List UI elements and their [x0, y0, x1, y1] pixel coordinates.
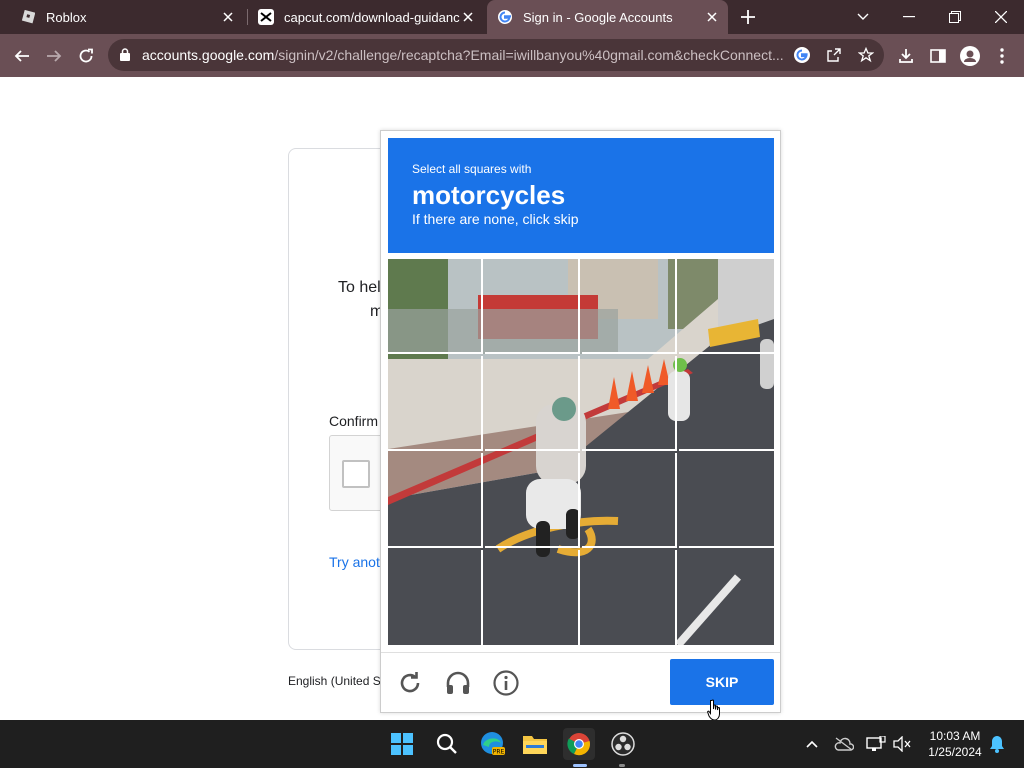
url-text[interactable]: accounts.google.com/signin/v2/challenge/…: [142, 47, 792, 63]
tab-search-button[interactable]: [840, 0, 886, 34]
confirm-label: Confirm: [329, 413, 379, 429]
obs-icon[interactable]: [607, 728, 639, 760]
challenge-header: Select all squares with motorcycles If t…: [388, 138, 774, 253]
url-path: /signin/v2/challenge/recaptcha?Email=iwi…: [274, 47, 784, 63]
share-icon[interactable]: [824, 45, 844, 65]
tab-title: Sign in - Google Accounts: [523, 9, 673, 25]
audio-headphones-icon[interactable]: [444, 669, 472, 697]
notification-bell-icon[interactable]: [985, 732, 1009, 756]
grid-tile[interactable]: [485, 259, 580, 354]
grid-tile[interactable]: [388, 259, 483, 354]
windows-start-icon[interactable]: [386, 728, 418, 760]
system-clock[interactable]: 10:03 AM 1/25/2024: [920, 728, 990, 760]
language-selector[interactable]: English (United S: [288, 674, 381, 688]
tab-title: Roblox: [46, 9, 87, 25]
window-close-button[interactable]: [978, 0, 1024, 34]
clock-time: 10:03 AM: [929, 729, 981, 743]
challenge-target: motorcycles: [412, 180, 566, 210]
url-host: accounts.google.com: [142, 47, 275, 63]
grid-tile[interactable]: [388, 453, 483, 548]
close-icon[interactable]: [460, 9, 476, 25]
bookmark-star-icon[interactable]: [856, 45, 876, 65]
onedrive-icon[interactable]: [832, 732, 856, 756]
grid-tile[interactable]: [485, 453, 580, 548]
reload-icon[interactable]: [396, 669, 424, 697]
grid-tile[interactable]: [679, 550, 774, 645]
grid-tile[interactable]: [582, 259, 677, 354]
running-indicator: [619, 764, 625, 767]
show-hidden-icons-chevron-icon[interactable]: [800, 732, 824, 756]
network-icon[interactable]: [864, 732, 888, 756]
google-icon: [497, 9, 513, 25]
grid-tile[interactable]: [485, 356, 580, 451]
browser-toolbar: accounts.google.com/signin/v2/challenge/…: [0, 34, 1024, 77]
search-icon[interactable]: [431, 728, 463, 760]
restore-button[interactable]: [932, 0, 978, 34]
google-lens-icon[interactable]: [792, 45, 812, 65]
minimize-button[interactable]: [886, 0, 932, 34]
clock-date: 1/25/2024: [928, 745, 982, 759]
info-icon[interactable]: [492, 669, 520, 697]
capcut-icon: [258, 9, 274, 25]
lock-icon: [120, 48, 130, 66]
card-text-line1: To hel: [338, 279, 381, 296]
grid-tile[interactable]: [582, 356, 677, 451]
chrome-icon[interactable]: [563, 728, 595, 760]
grid-tile[interactable]: [679, 356, 774, 451]
forward-button[interactable]: [40, 42, 68, 70]
grid-tile[interactable]: [388, 356, 483, 451]
close-icon[interactable]: [220, 9, 236, 25]
challenge-instruction: Select all squares with: [412, 162, 532, 176]
menu-kebab-icon[interactable]: [988, 42, 1016, 70]
close-icon[interactable]: [704, 9, 720, 25]
grid-tile[interactable]: [679, 453, 774, 548]
tab-title: capcut.com/download-guidance: [284, 9, 460, 25]
challenge-grid: [388, 259, 774, 645]
tab-google-signin[interactable]: Sign in - Google Accounts: [487, 0, 728, 34]
edge-preview-icon[interactable]: PRE: [476, 728, 508, 760]
file-explorer-icon[interactable]: [519, 728, 551, 760]
try-another-way-link[interactable]: Try anot: [329, 554, 380, 570]
reload-button[interactable]: [72, 42, 100, 70]
side-panel-icon[interactable]: [924, 42, 952, 70]
grid-tile[interactable]: [388, 550, 483, 645]
grid-tile[interactable]: [679, 259, 774, 354]
tab-strip: Roblox capcut.com/download-guidance Sign…: [0, 0, 1024, 34]
back-button[interactable]: [8, 42, 36, 70]
profile-avatar[interactable]: [956, 42, 984, 70]
challenge-subtext: If there are none, click skip: [412, 211, 579, 227]
roblox-icon: [20, 9, 36, 25]
grid-tile[interactable]: [485, 550, 580, 645]
windows-taskbar: PRE 10:03 AM 1/25/2024: [0, 720, 1024, 768]
running-indicator: [573, 764, 587, 767]
grid-tile[interactable]: [582, 453, 677, 548]
tab-capcut[interactable]: capcut.com/download-guidance: [248, 0, 484, 34]
recaptcha-challenge: Select all squares with motorcycles If t…: [380, 130, 781, 721]
footer-divider: [381, 652, 780, 653]
svg-text:PRE: PRE: [493, 749, 505, 756]
download-icon[interactable]: [892, 42, 920, 70]
address-bar[interactable]: accounts.google.com/signin/v2/challenge/…: [108, 39, 884, 71]
recaptcha-checkbox[interactable]: [342, 460, 370, 488]
grid-tile[interactable]: [582, 550, 677, 645]
tab-roblox[interactable]: Roblox: [8, 0, 244, 34]
volume-muted-icon[interactable]: [890, 732, 914, 756]
new-tab-button[interactable]: [737, 6, 759, 28]
